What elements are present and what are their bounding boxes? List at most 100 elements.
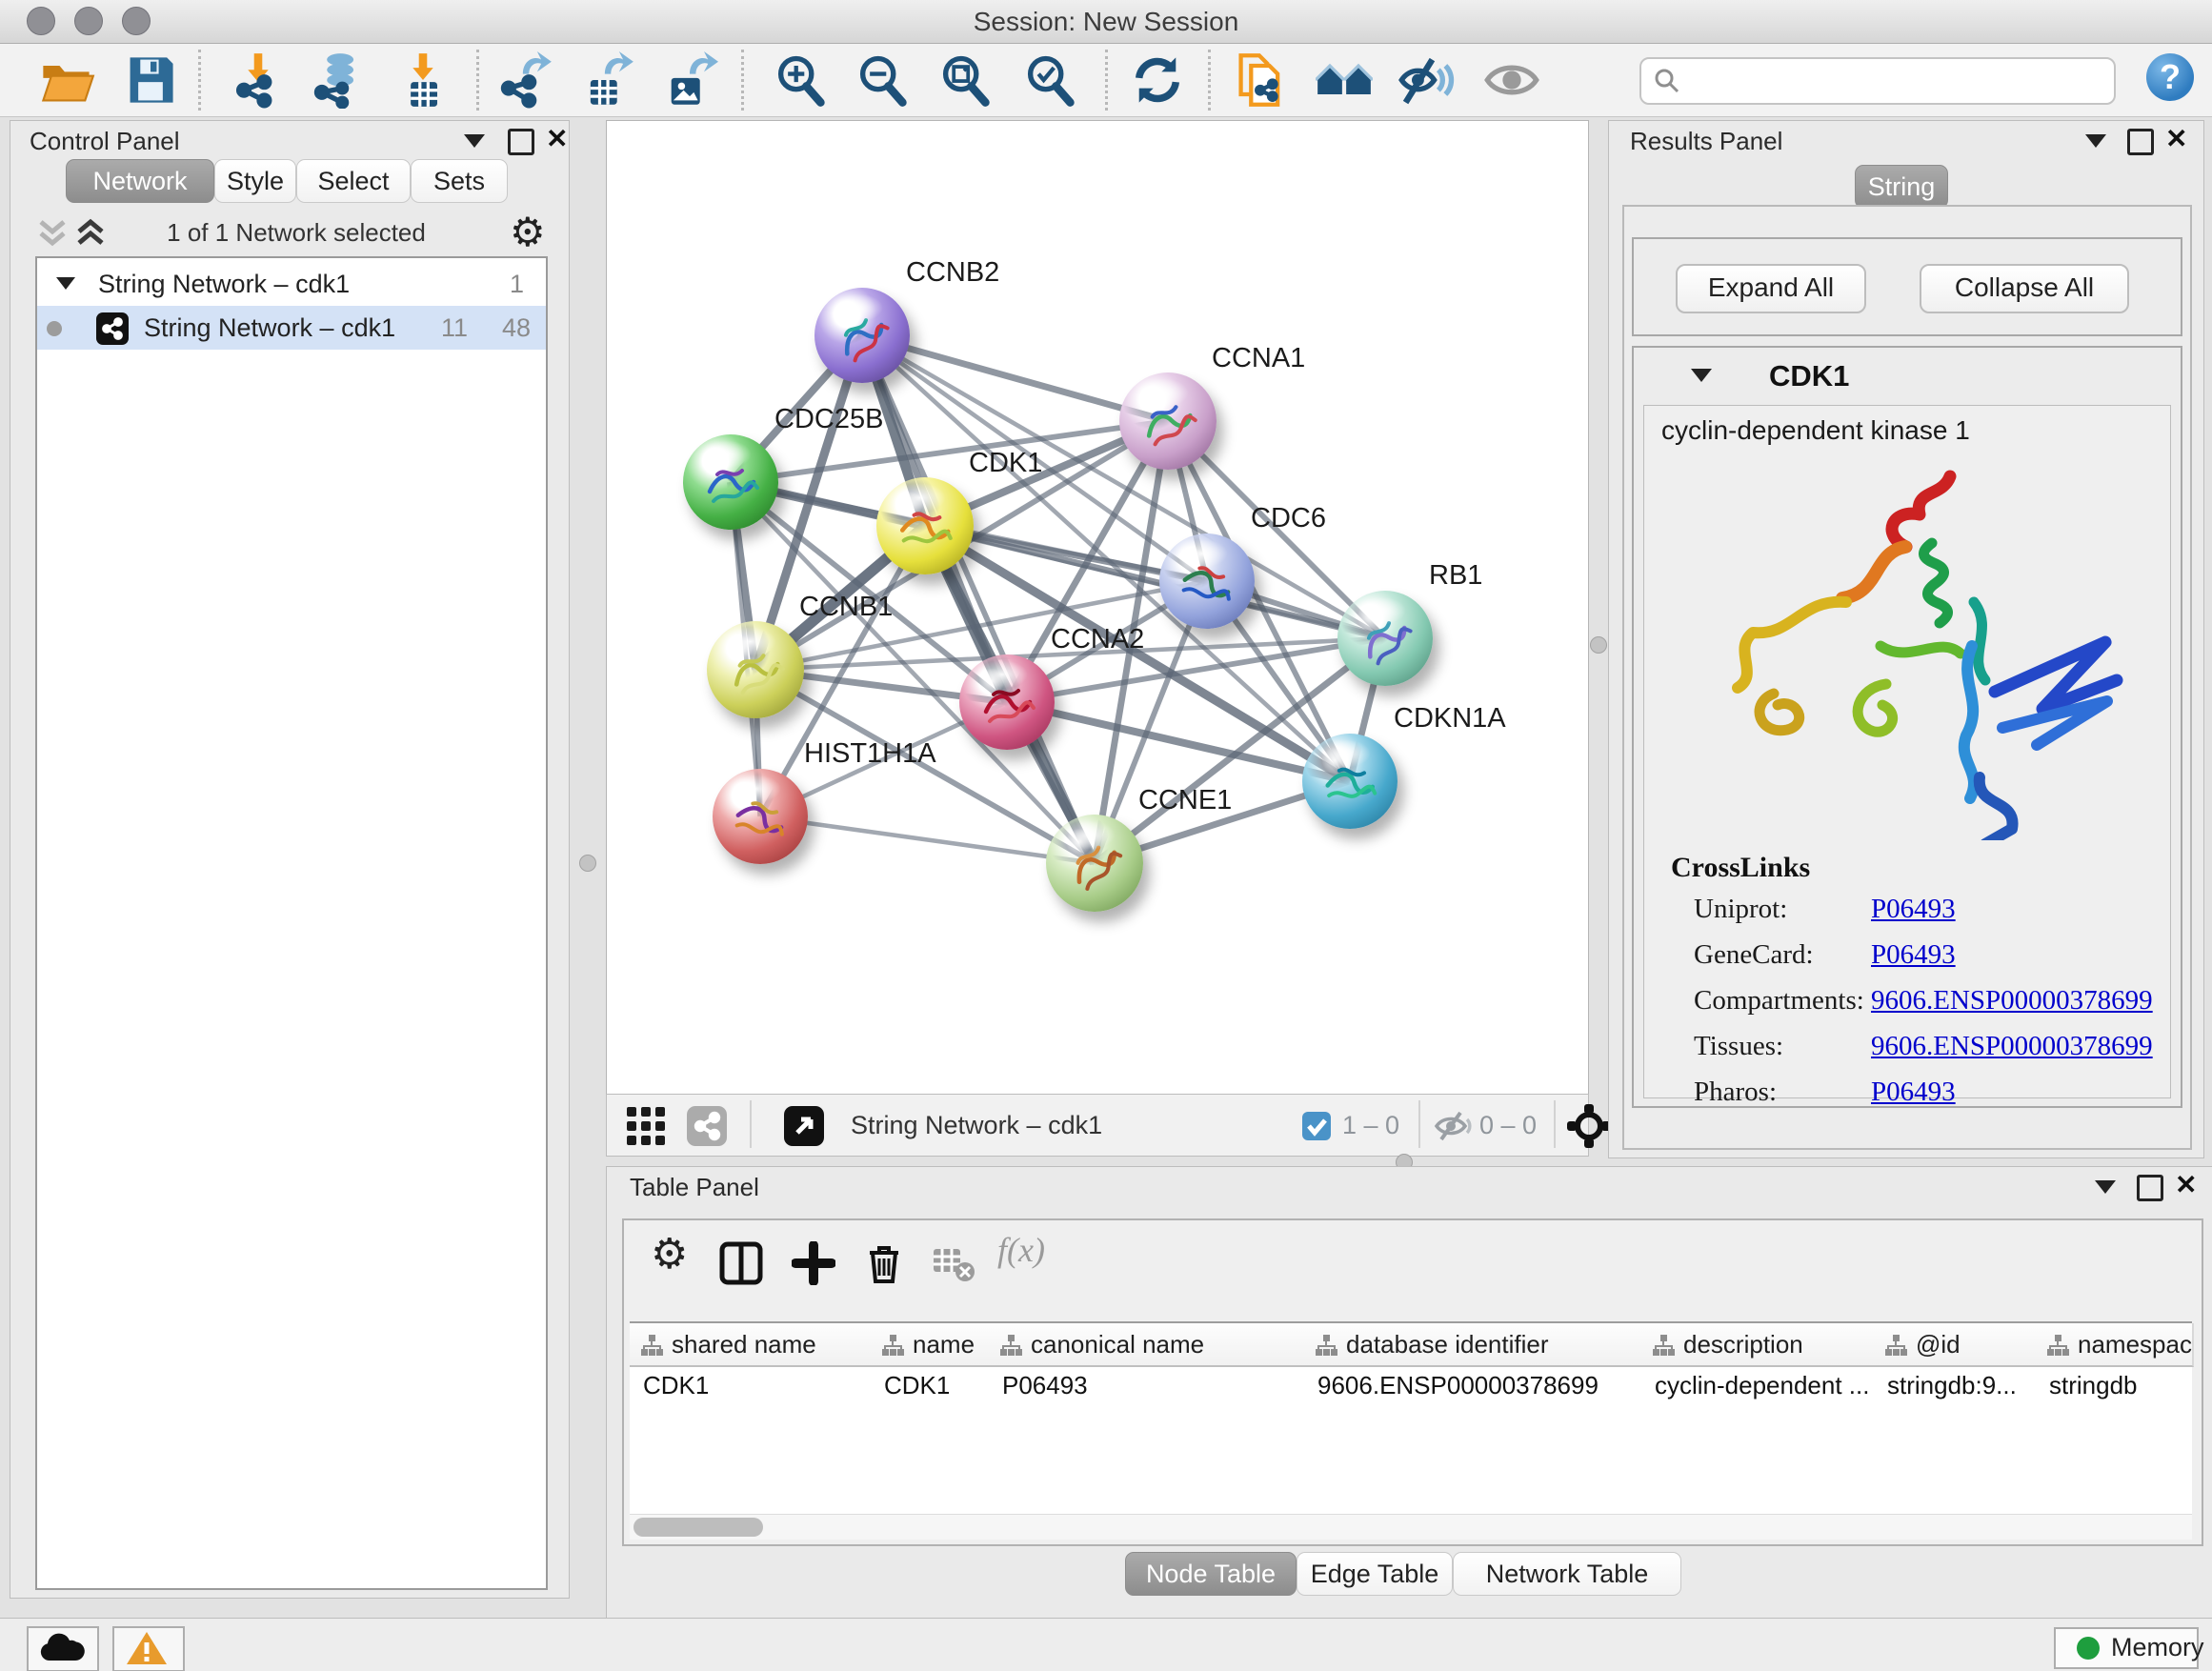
- network-node-hist1h1a[interactable]: [713, 769, 808, 864]
- column-header-canonical-name[interactable]: canonical name: [989, 1323, 1306, 1367]
- crosslink-link[interactable]: 9606.ENSP00000378699: [1871, 985, 2153, 1017]
- table-cell[interactable]: P06493: [989, 1365, 1304, 1405]
- network-node-ccna1[interactable]: [1119, 372, 1217, 470]
- table-cell[interactable]: stringdb: [2036, 1365, 2192, 1405]
- import-table-icon[interactable]: [394, 51, 452, 109]
- table-hscrollbar-thumb[interactable]: [633, 1518, 763, 1537]
- collection-label: String Network – cdk1: [98, 262, 350, 306]
- network-node-ccnb1[interactable]: [707, 621, 804, 718]
- column-header-database-identifier[interactable]: database identifier: [1304, 1323, 1643, 1367]
- table-cell[interactable]: 9606.ENSP00000378699: [1304, 1365, 1641, 1405]
- tab-network-table[interactable]: Network Table: [1453, 1552, 1681, 1596]
- zoom-fit-icon[interactable]: [936, 51, 994, 109]
- splitter-handle[interactable]: [1590, 636, 1607, 654]
- network-edge[interactable]: [862, 335, 1095, 863]
- stringify-homes-icon[interactable]: [1316, 51, 1373, 109]
- node-gloss-highlight: [700, 440, 752, 469]
- panel-close-icon[interactable]: ✕: [546, 129, 568, 150]
- zoom-selected-icon[interactable]: [1021, 51, 1078, 109]
- column-header-shared-name[interactable]: shared name: [630, 1323, 873, 1367]
- panel-float-icon[interactable]: [508, 129, 534, 155]
- birdseye-icon[interactable]: [784, 1106, 824, 1146]
- network-node-cdk1[interactable]: [876, 477, 974, 574]
- hidden-eye-icon[interactable]: [1434, 1110, 1472, 1142]
- tab-sets[interactable]: Sets: [411, 159, 508, 203]
- delete-column-icon[interactable]: [862, 1241, 906, 1285]
- grid-view-icon[interactable]: [626, 1106, 666, 1146]
- show-results-icon[interactable]: [1483, 51, 1540, 109]
- crosshair-icon[interactable]: [1567, 1104, 1611, 1148]
- panel-menu-icon[interactable]: [464, 134, 485, 148]
- export-network-icon[interactable]: [496, 51, 553, 109]
- network-node-ccnb2[interactable]: [814, 288, 910, 383]
- network-row[interactable]: String Network – cdk1 11 48: [37, 306, 546, 350]
- panel-menu-icon[interactable]: [2095, 1180, 2116, 1194]
- open-session-icon[interactable]: [38, 51, 95, 109]
- hide-results-icon[interactable]: [1398, 51, 1455, 109]
- network-node-cdc6[interactable]: [1159, 534, 1255, 629]
- expand-all-icon[interactable]: [71, 214, 110, 252]
- warning-button[interactable]: [112, 1626, 185, 1671]
- refresh-icon[interactable]: [1129, 51, 1186, 109]
- tab-node-table[interactable]: Node Table: [1125, 1552, 1297, 1596]
- string-import-icon[interactable]: [1233, 51, 1290, 109]
- network-node-ccna2[interactable]: [959, 654, 1055, 750]
- tab-style[interactable]: Style: [214, 159, 296, 203]
- panel-close-icon[interactable]: ✕: [2165, 129, 2187, 150]
- section-collapse-icon[interactable]: [1691, 369, 1712, 382]
- column-header--id[interactable]: @id: [1874, 1323, 2038, 1367]
- network-edge[interactable]: [760, 816, 1095, 863]
- zoom-out-icon[interactable]: [854, 51, 911, 109]
- table-cell[interactable]: cyclin-dependent ...: [1641, 1365, 1874, 1405]
- search-input[interactable]: [1691, 63, 2095, 97]
- export-table-icon[interactable]: [578, 51, 635, 109]
- network-edge[interactable]: [1007, 702, 1350, 781]
- tab-edge-table[interactable]: Edge Table: [1297, 1552, 1453, 1596]
- panel-close-icon[interactable]: ✕: [2175, 1175, 2197, 1196]
- help-icon[interactable]: ?: [2146, 53, 2194, 101]
- network-node-ccne1[interactable]: [1046, 815, 1143, 912]
- tab-string[interactable]: String: [1855, 165, 1948, 209]
- column-header-description[interactable]: description: [1641, 1323, 1876, 1367]
- table-cell[interactable]: stringdb:9...: [1874, 1365, 2036, 1405]
- crosslink-link[interactable]: P06493: [1871, 894, 1956, 925]
- panel-menu-icon[interactable]: [2085, 134, 2106, 148]
- gear-icon[interactable]: ⚙: [651, 1230, 688, 1278]
- delete-table-icon[interactable]: [931, 1241, 975, 1285]
- network-canvas[interactable]: CCNB2CCNA1CDC25BCDK1CDC6RB1CCNB1CCNA2CDK…: [606, 120, 1589, 1096]
- crosslink-link[interactable]: P06493: [1871, 939, 1956, 971]
- column-header-name[interactable]: name: [871, 1323, 991, 1367]
- save-session-icon[interactable]: [122, 51, 179, 109]
- table-cell[interactable]: CDK1: [871, 1365, 989, 1405]
- crosslink-link[interactable]: P06493: [1871, 1077, 1956, 1108]
- columns-icon[interactable]: [719, 1241, 763, 1285]
- network-node-cdc25b[interactable]: [683, 434, 778, 530]
- collapse-all-button[interactable]: Collapse All: [1920, 264, 2129, 313]
- export-image-icon[interactable]: [661, 51, 718, 109]
- network-node-rb1[interactable]: [1337, 591, 1433, 686]
- selected-checkbox-icon[interactable]: [1302, 1112, 1331, 1140]
- tree-expand-icon[interactable]: [56, 277, 75, 290]
- tab-select[interactable]: Select: [296, 159, 411, 203]
- expand-all-button[interactable]: Expand All: [1676, 264, 1866, 313]
- memory-button[interactable]: Memory: [2054, 1627, 2199, 1669]
- crosslink-label: Tissues:: [1694, 1031, 1783, 1062]
- function-builder-icon[interactable]: f(x): [997, 1230, 1045, 1270]
- tab-network[interactable]: Network: [66, 159, 214, 203]
- zoom-in-icon[interactable]: [772, 51, 829, 109]
- network-node-cdkn1a[interactable]: [1302, 734, 1398, 829]
- panel-float-icon[interactable]: [2137, 1175, 2163, 1201]
- table-cell[interactable]: CDK1: [630, 1365, 871, 1405]
- column-header-namespace[interactable]: namespace: [2036, 1323, 2194, 1367]
- import-network-icon[interactable]: [230, 51, 287, 109]
- cloud-button[interactable]: [27, 1626, 99, 1671]
- gear-icon[interactable]: ⚙: [510, 209, 546, 255]
- import-database-icon[interactable]: [310, 51, 367, 109]
- add-column-icon[interactable]: [792, 1241, 835, 1285]
- collapse-all-icon[interactable]: [33, 214, 71, 252]
- crosslink-link[interactable]: 9606.ENSP00000378699: [1871, 1031, 2153, 1062]
- network-collection-row[interactable]: String Network – cdk1 1: [37, 262, 546, 306]
- panel-float-icon[interactable]: [2127, 129, 2154, 155]
- splitter-handle[interactable]: [579, 855, 596, 872]
- share-view-icon[interactable]: [687, 1106, 727, 1146]
